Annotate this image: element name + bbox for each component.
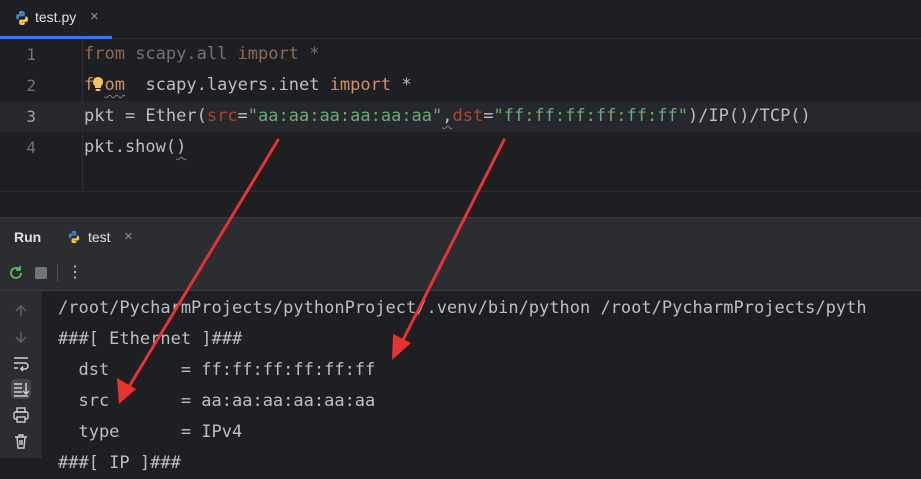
toolbar-separator <box>57 265 58 282</box>
code-token: = <box>483 106 494 126</box>
code-token: = <box>237 106 248 126</box>
code-token: * <box>298 44 320 64</box>
more-actions-icon[interactable]: ⋮ <box>67 262 83 282</box>
code-token: )/IP()/TCP() <box>687 106 811 126</box>
trash-icon[interactable] <box>11 431 31 451</box>
editor-tab-label: test.py <box>35 9 77 25</box>
run-tab-test[interactable]: test × <box>58 218 144 258</box>
editor-tab-bar: test.py × <box>0 0 921 39</box>
string-literal: "ff:ff:ff:ff:ff:ff" <box>493 106 688 126</box>
code-token: * <box>391 75 412 95</box>
line-number: 3 <box>26 107 36 126</box>
run-toolbar: ⋮ <box>0 257 921 291</box>
code-editor[interactable]: 1 from scapy.all import * 2 from scapy.l… <box>0 39 921 191</box>
python-icon <box>68 230 80 244</box>
code-line-2[interactable]: 2 from scapy.layers.inet import * <box>0 70 921 101</box>
console-side-toolbar <box>0 291 42 458</box>
soft-wrap-icon[interactable] <box>11 353 31 373</box>
console-output-line: ###[ IP ]### <box>58 453 181 473</box>
console-output-line: dst = ff:ff:ff:ff:ff:ff <box>58 360 376 380</box>
run-tab-label: test <box>88 229 111 245</box>
scroll-to-end-icon[interactable] <box>11 379 31 399</box>
keyword: import <box>237 44 299 64</box>
close-tab-icon[interactable]: × <box>90 8 99 25</box>
code-token: pkt = Ether( <box>84 106 207 126</box>
arrow-down-icon[interactable] <box>11 327 31 347</box>
console-output-line: src = aa:aa:aa:aa:aa:aa <box>58 391 376 411</box>
line-number: 2 <box>26 76 36 95</box>
python-icon <box>16 11 28 25</box>
line-number: 4 <box>26 138 36 157</box>
editor-tab-test-py[interactable]: test.py × <box>0 0 112 39</box>
arrow-up-icon[interactable] <box>11 301 31 321</box>
console-output-line: /root/PycharmProjects/pythonProject/.ven… <box>58 298 867 318</box>
code-text: from scapy.layers.inet import * <box>84 70 412 101</box>
code-token: scapy.all <box>124 44 238 64</box>
editor-footer <box>0 191 921 217</box>
stop-icon[interactable] <box>31 263 51 283</box>
code-token: ) <box>176 137 187 157</box>
code-line-4[interactable]: 4 pkt.show() <box>0 132 921 163</box>
code-line-3[interactable]: 3 pkt = Ether(src="aa:aa:aa:aa:aa:aa",ds… <box>0 101 921 132</box>
rerun-icon[interactable] <box>6 263 26 283</box>
run-tool-window-header: Run test × <box>0 217 921 258</box>
code-text: from scapy.all import * <box>84 39 319 70</box>
named-param: src <box>206 106 238 126</box>
lightbulb-icon[interactable] <box>91 75 105 95</box>
code-text: pkt.show() <box>84 132 186 163</box>
keyword: from <box>84 44 125 64</box>
run-panel-title: Run <box>14 229 42 245</box>
code-token: , <box>442 106 453 126</box>
named-param: dst <box>452 106 484 126</box>
print-icon[interactable] <box>11 405 31 425</box>
keyword: import <box>329 75 392 95</box>
keyword: om <box>104 75 125 95</box>
code-token: scapy.layers.inet <box>124 75 330 95</box>
code-line-1[interactable]: 1 from scapy.all import * <box>0 39 921 70</box>
console-output-line: type = IPv4 <box>58 422 243 442</box>
line-number: 1 <box>26 45 36 64</box>
console-output-line: ###[ Ethernet ]### <box>58 329 243 349</box>
code-token: pkt.show( <box>84 137 177 157</box>
string-literal: "aa:aa:aa:aa:aa:aa" <box>247 106 443 126</box>
code-text: pkt = Ether(src="aa:aa:aa:aa:aa:aa",dst=… <box>84 101 811 132</box>
close-run-tab-icon[interactable]: × <box>124 228 133 245</box>
run-console[interactable]: /root/PycharmProjects/pythonProject/.ven… <box>0 291 921 473</box>
